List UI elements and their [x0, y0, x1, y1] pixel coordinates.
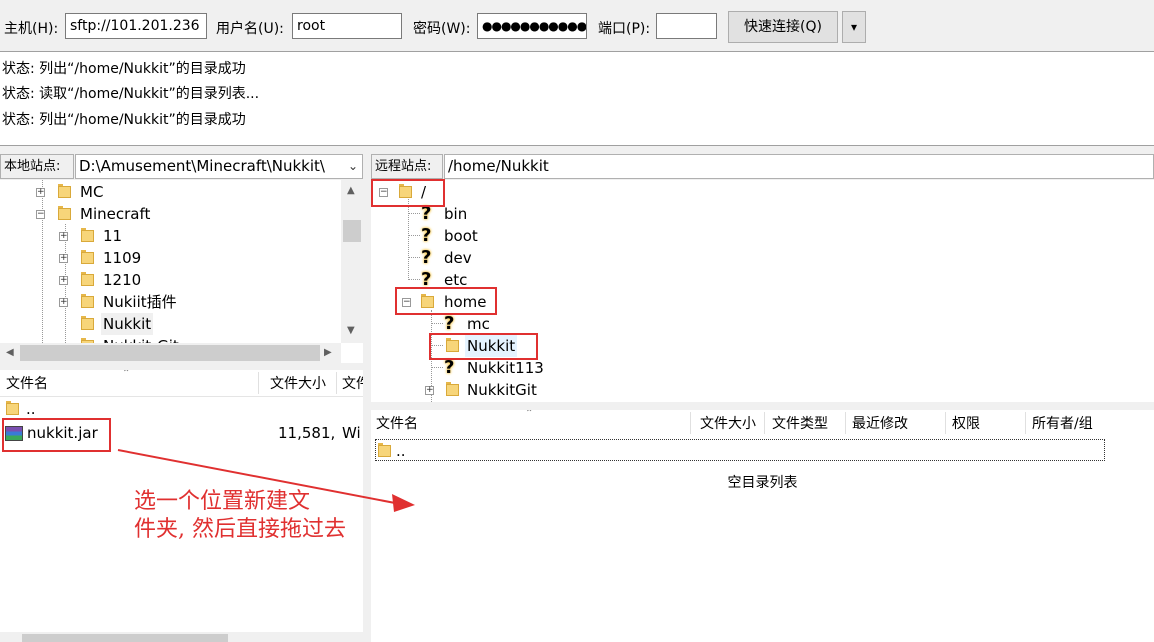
drag-arrow: [117, 449, 415, 512]
annotation-text: 选一个位置新建文 件夹, 然后直接拖过去: [134, 488, 346, 544]
annotation-line-1: 选一个位置新建文: [134, 489, 311, 514]
annotation-line-2: 件夹, 然后直接拖过去: [134, 517, 346, 542]
